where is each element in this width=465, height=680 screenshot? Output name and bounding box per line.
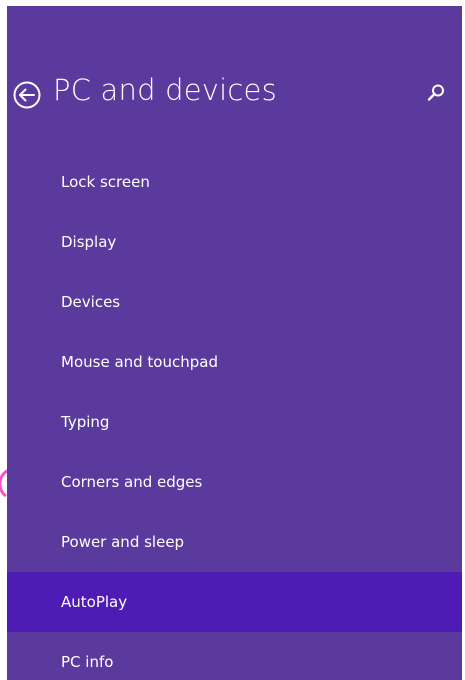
nav-item-power-and-sleep[interactable]: Power and sleep [7, 512, 462, 572]
nav-item-lock-screen[interactable]: Lock screen [7, 152, 462, 212]
nav-item-autoplay[interactable]: AutoPlay [7, 572, 462, 632]
page-header: PC and devices [7, 68, 462, 128]
nav-item-pc-info[interactable]: PC info [7, 632, 462, 680]
nav-item-mouse-and-touchpad[interactable]: Mouse and touchpad [7, 332, 462, 392]
settings-panel: PC and devices Lock screen Display Devic… [7, 6, 462, 680]
page-title: PC and devices [53, 73, 277, 107]
nav-item-display[interactable]: Display [7, 212, 462, 272]
settings-nav-list: Lock screen Display Devices Mouse and to… [7, 152, 462, 680]
nav-item-typing[interactable]: Typing [7, 392, 462, 452]
back-arrow-icon[interactable] [12, 80, 42, 110]
nav-item-devices[interactable]: Devices [7, 272, 462, 332]
nav-item-corners-and-edges[interactable]: Corners and edges [7, 452, 462, 512]
search-icon[interactable] [425, 82, 447, 104]
